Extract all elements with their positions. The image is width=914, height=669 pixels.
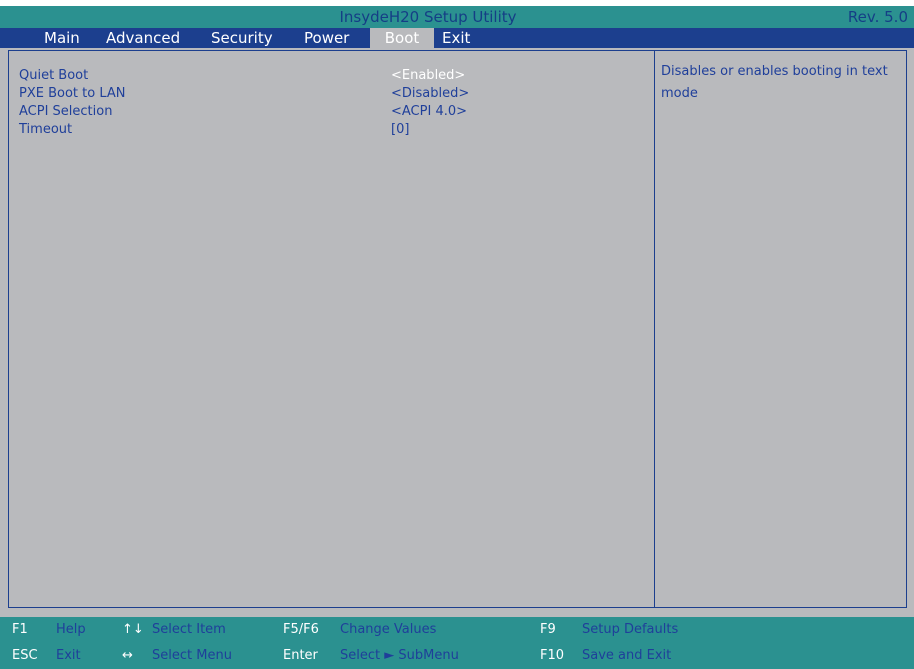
tab-power[interactable]: Power: [304, 28, 349, 48]
key-legend-footer: F1 Help ↑↓ Select Item F5/F6 Change Valu…: [0, 617, 914, 669]
key-label: F9: [540, 622, 556, 637]
tab-exit[interactable]: Exit: [442, 28, 470, 48]
title-bar: InsydeH20 Setup Utility Rev. 5.0: [0, 6, 914, 28]
key-description: Save and Exit: [582, 648, 672, 663]
legend-select-menu: ↔ Select Menu: [122, 644, 262, 668]
setting-value[interactable]: <Disabled>: [391, 85, 469, 103]
setting-label: Timeout: [19, 122, 73, 137]
key-label: F1: [12, 622, 28, 637]
help-text: Disables or enables booting in text mode: [661, 64, 888, 101]
key-description: Setup Defaults: [582, 622, 679, 637]
setting-label: PXE Boot to LAN: [19, 86, 126, 101]
settings-panel: Quiet Boot <Enabled> PXE Boot to LAN <Di…: [8, 50, 655, 608]
left-right-arrows-icon: ↔: [122, 648, 133, 663]
help-panel: Disables or enables booting in text mode: [654, 50, 907, 608]
menu-bar: Main Advanced Security Power Boot Exit: [0, 28, 914, 48]
key-description: Select Menu: [152, 648, 232, 663]
legend-f1: F1 Help: [12, 618, 102, 642]
setting-label: ACPI Selection: [19, 104, 113, 119]
tab-advanced[interactable]: Advanced: [106, 28, 180, 48]
tab-security[interactable]: Security: [211, 28, 273, 48]
key-description: Select Item: [152, 622, 226, 637]
app-title: InsydeH20 Setup Utility: [339, 8, 517, 26]
tab-boot[interactable]: Boot: [370, 28, 434, 48]
tab-main[interactable]: Main: [44, 28, 80, 48]
revision-label: Rev. 5.0: [847, 8, 908, 26]
setting-value[interactable]: [0]: [391, 121, 409, 139]
key-label: F10: [540, 648, 565, 663]
legend-f5-f6: F5/F6 Change Values: [283, 618, 473, 642]
legend-f10: F10 Save and Exit: [540, 644, 710, 668]
up-down-arrows-icon: ↑↓: [122, 622, 144, 637]
key-description: Select ► SubMenu: [340, 648, 459, 663]
setting-value[interactable]: <ACPI 4.0>: [391, 103, 467, 121]
key-description: Help: [56, 622, 86, 637]
key-label: Enter: [283, 648, 318, 663]
legend-select-item: ↑↓ Select Item: [122, 618, 262, 642]
setting-value[interactable]: <Enabled>: [391, 67, 465, 85]
key-description: Change Values: [340, 622, 437, 637]
key-description: Exit: [56, 648, 81, 663]
key-label: F5/F6: [283, 622, 319, 637]
bios-screen: InsydeH20 Setup Utility Rev. 5.0 Main Ad…: [0, 0, 914, 669]
key-label: ESC: [12, 648, 38, 663]
legend-enter: Enter Select ► SubMenu: [283, 644, 513, 668]
legend-esc: ESC Exit: [12, 644, 102, 668]
legend-f9: F9 Setup Defaults: [540, 618, 710, 642]
setting-label: Quiet Boot: [19, 68, 89, 83]
